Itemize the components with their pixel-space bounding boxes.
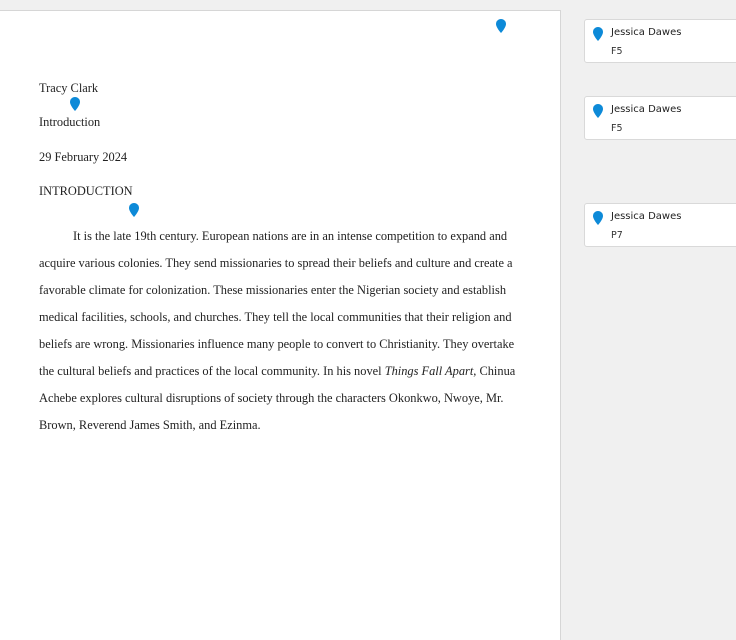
comment-pin-icon[interactable] <box>129 203 139 217</box>
paragraph-text: , Chinua <box>473 364 516 378</box>
paragraph-line: acquire various colonies. They send miss… <box>39 256 513 270</box>
document-page: Tracy Clark Introduction 29 February 202… <box>0 10 561 640</box>
book-title: Things Fall Apart <box>384 364 474 378</box>
author-name: Tracy Clark <box>39 81 99 95</box>
comment-author: Jessica Dawes <box>611 211 682 222</box>
paragraph-line: It is the late 19th century. European na… <box>73 229 508 243</box>
comment-pin-icon[interactable] <box>496 19 506 33</box>
comment-code: F5 <box>611 123 623 134</box>
comment-pin-icon <box>593 104 603 118</box>
comment-code: F5 <box>611 46 623 57</box>
paragraph-line: favorable climate for colonization. Thes… <box>39 283 507 297</box>
comment-card[interactable]: Jessica Dawes F5 <box>584 96 736 140</box>
document-date: 29 February 2024 <box>39 150 128 164</box>
comment-author: Jessica Dawes <box>611 104 682 115</box>
section-heading: INTRODUCTION <box>39 184 133 198</box>
comment-card[interactable]: Jessica Dawes F5 <box>584 19 736 63</box>
paragraph-line: Achebe explores cultural disruptions of … <box>39 391 504 405</box>
assignment-title: Introduction <box>39 115 101 129</box>
comment-author: Jessica Dawes <box>611 27 682 38</box>
comment-pin-icon <box>593 211 603 225</box>
paragraph-line: Brown, Reverend James Smith, and Ezinma. <box>39 418 261 432</box>
comment-card[interactable]: Jessica Dawes P7 <box>584 203 736 247</box>
paragraph-line: medical facilities, schools, and churche… <box>39 310 512 324</box>
paragraph-line: beliefs are wrong. Missionaries influenc… <box>39 337 515 351</box>
comment-pin-icon[interactable] <box>70 97 80 111</box>
comment-code: P7 <box>611 230 623 241</box>
paragraph-line: the cultural beliefs and practices of th… <box>39 358 515 385</box>
essay-paragraph: It is the late 19th century. European na… <box>39 223 515 439</box>
comment-pin-icon <box>593 27 603 41</box>
paragraph-text: the cultural beliefs and practices of th… <box>39 364 385 378</box>
